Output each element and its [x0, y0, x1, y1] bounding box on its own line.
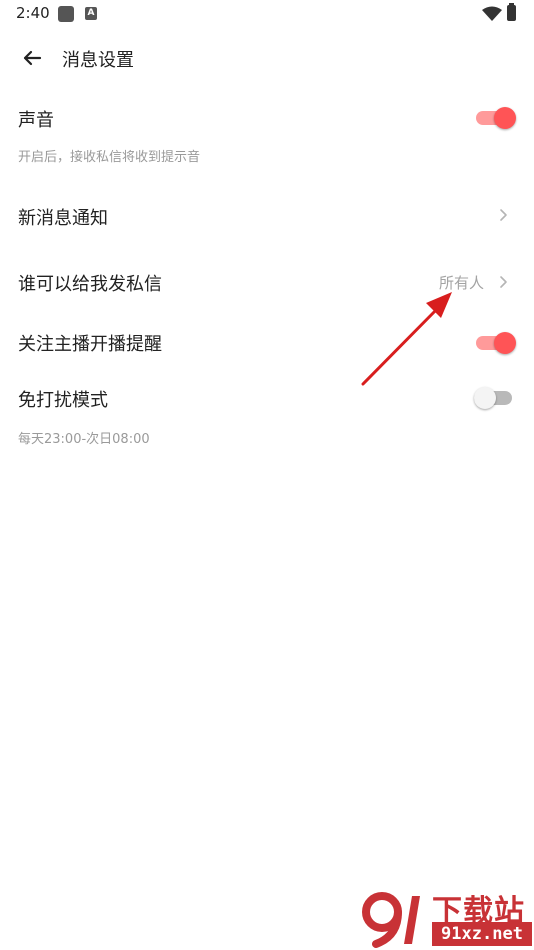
watermark-url: 91xz.net	[432, 922, 532, 946]
watermark-logo-icon	[362, 892, 420, 948]
watermark: 下载站 91xz.net	[362, 886, 534, 950]
annotation-arrow	[361, 292, 452, 386]
